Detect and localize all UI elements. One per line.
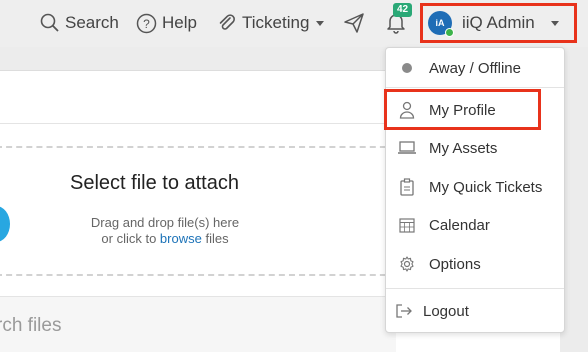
my-profile-highlight-box — [384, 89, 541, 130]
help-nav-button[interactable]: ? Help — [136, 10, 197, 36]
dropzone-hint: Drag and drop file(s) here or click to b… — [80, 215, 250, 247]
menu-item-logout[interactable]: Logout — [386, 293, 564, 329]
menu-item-label: Options — [429, 255, 481, 273]
paperclip-icon — [217, 13, 237, 33]
menu-item-label: My Assets — [429, 139, 498, 157]
online-status-dot — [445, 28, 454, 37]
menu-item-label: Away / Offline — [429, 59, 521, 77]
chevron-down-icon — [550, 20, 559, 26]
status-dot-icon — [397, 58, 417, 78]
menu-item-my-assets[interactable]: My Assets — [386, 130, 564, 166]
gear-icon — [397, 254, 417, 274]
search-files-input[interactable]: rch files — [0, 296, 396, 352]
file-dropzone[interactable] — [0, 146, 396, 276]
menu-item-label: Calendar — [429, 216, 490, 234]
menu-item-options[interactable]: Options — [386, 246, 564, 282]
menu-item-away-offline[interactable]: Away / Offline — [386, 50, 564, 86]
menu-item-my-quick-tickets[interactable]: My Quick Tickets — [386, 169, 564, 205]
top-nav-bar: Search ? Help Ticketing 42 iA iiQ Admin — [0, 0, 588, 47]
dropzone-hint-line2: or click to browse files — [80, 231, 250, 247]
clipboard-icon — [397, 177, 417, 197]
dropzone-hint-prefix: or click to — [101, 231, 160, 246]
search-icon — [40, 13, 60, 33]
menu-divider — [386, 288, 564, 289]
ticketing-nav-button[interactable]: Ticketing — [217, 10, 325, 36]
notification-count-badge: 42 — [393, 3, 413, 17]
menu-item-label: Logout — [423, 302, 469, 320]
menu-item-calendar[interactable]: Calendar — [386, 207, 564, 243]
calendar-icon — [397, 215, 417, 235]
menu-item-label: My Quick Tickets — [429, 178, 543, 196]
menu-divider — [386, 87, 564, 88]
search-files-placeholder: rch files — [0, 315, 62, 336]
dropzone-title: Select file to attach — [70, 172, 239, 194]
logout-icon — [394, 301, 414, 321]
user-name-label: iiQ Admin — [462, 13, 535, 32]
search-nav-button[interactable]: Search — [40, 10, 119, 36]
dropzone-hint-line1: Drag and drop file(s) here — [90, 215, 240, 230]
user-menu-button[interactable]: iA iiQ Admin — [420, 3, 577, 43]
help-nav-label: Help — [162, 13, 197, 32]
chevron-down-icon — [316, 20, 325, 26]
dropzone-hint-suffix: files — [201, 231, 229, 246]
browse-link[interactable]: browse — [160, 231, 202, 246]
help-icon: ? — [136, 13, 157, 34]
ticketing-nav-label: Ticketing — [242, 13, 310, 32]
send-button[interactable] — [343, 10, 365, 36]
avatar-initials: iA — [435, 18, 445, 28]
paper-plane-icon — [343, 12, 365, 34]
avatar: iA — [428, 11, 454, 37]
svg-text:?: ? — [143, 17, 150, 31]
search-nav-label: Search — [65, 13, 119, 32]
laptop-icon — [397, 138, 417, 158]
